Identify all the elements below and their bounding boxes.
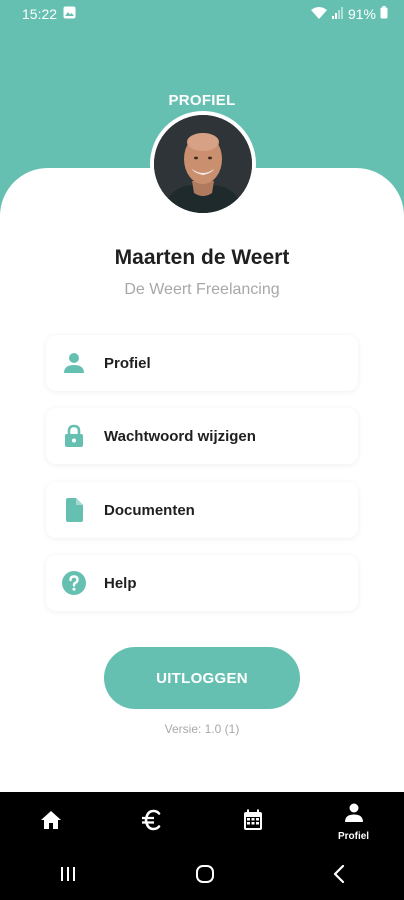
page-title: PROFIEL	[168, 92, 236, 109]
system-nav-bar	[0, 852, 404, 900]
lock-icon	[60, 422, 88, 450]
version-text: Versie: 1.0 (1)	[164, 722, 240, 736]
calendar-icon	[243, 809, 263, 836]
home-icon	[40, 810, 62, 835]
recents-icon[interactable]	[59, 866, 77, 887]
avatar	[150, 111, 256, 217]
signal-icon	[331, 6, 344, 22]
image-icon	[63, 6, 76, 22]
battery-icon	[380, 6, 388, 22]
user-company: De Weert Freelancing	[124, 281, 280, 298]
menu-item-label: Profiel	[104, 354, 151, 372]
nav-item-calendar[interactable]	[202, 792, 303, 852]
home-circle-icon[interactable]	[195, 864, 215, 889]
person-icon	[344, 803, 364, 828]
user-name: Maarten de Weert	[114, 246, 290, 269]
status-bar: 15:22 91%	[0, 0, 404, 28]
euro-icon	[141, 809, 163, 836]
status-time: 15:22	[22, 6, 58, 22]
battery-text: 91%	[347, 6, 376, 22]
nav-item-profile[interactable]: Profiel	[303, 792, 404, 852]
menu-item-label: Documenten	[104, 501, 195, 519]
person-icon	[60, 349, 88, 377]
help-icon	[60, 569, 88, 597]
menu-item-label: Wachtwoord wijzigen	[104, 427, 256, 445]
menu-item-change-password[interactable]: Wachtwoord wijzigen	[46, 408, 358, 464]
nav-item-label: Profiel	[337, 830, 370, 842]
nav-item-home[interactable]	[0, 792, 101, 852]
nav-item-finance[interactable]	[101, 792, 202, 852]
menu-item-documents[interactable]: Documenten	[46, 482, 358, 538]
bottom-nav: Profiel	[0, 792, 404, 852]
menu-item-profile[interactable]: Profiel	[46, 335, 358, 391]
menu-item-help[interactable]: Help	[46, 555, 358, 611]
back-icon[interactable]	[333, 864, 345, 888]
document-icon	[60, 496, 88, 524]
logout-button[interactable]: UITLOGGEN	[104, 647, 300, 709]
wifi-icon	[310, 6, 328, 23]
menu-item-label: Help	[104, 574, 137, 592]
